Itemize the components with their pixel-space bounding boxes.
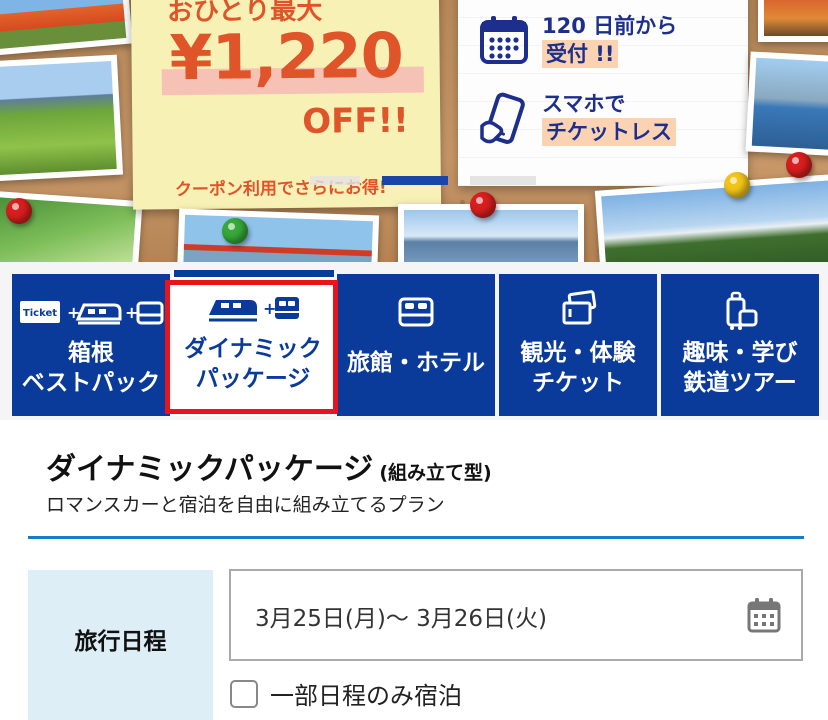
- carousel-indicator[interactable]: [470, 176, 536, 185]
- photo-rice-terrace: [0, 54, 124, 182]
- tab-label: 箱根 ベストパック: [21, 340, 161, 396]
- partial-stay-row[interactable]: 一部日程のみ宿泊: [230, 676, 462, 711]
- train-bed-icon: +: [203, 280, 303, 334]
- red-pushpin: [6, 198, 32, 224]
- panel-subtitle: ロマンスカーと宿泊を自由に組み立てるプラン: [46, 494, 445, 516]
- dynamic-package-panel: ダイナミックパッケージ (組み立て型) ロマンスカーと宿泊を自由に組み立てるプラン…: [0, 420, 828, 720]
- carousel-indicator[interactable]: [310, 176, 360, 185]
- calendar-icon: [480, 16, 528, 64]
- green-pushpin: [222, 218, 248, 244]
- smartphone-icon: [480, 92, 525, 144]
- luggage-icon: [718, 284, 762, 338]
- feature-ticketless-line1: スマホで: [542, 92, 626, 116]
- tab-label: 旅館・ホテル: [347, 350, 485, 376]
- tab-hobby-rail-tour[interactable]: 趣味・学び 鉄道ツアー: [661, 274, 819, 416]
- carousel-indicator-active[interactable]: [382, 176, 448, 185]
- photo-train-field: [0, 0, 133, 57]
- tab-hakone-best-pack[interactable]: Ticket + + 箱根 ベストパック: [12, 274, 170, 416]
- tab-label: ダイナミック パッケージ: [184, 336, 322, 392]
- tab-sightseeing-tickets[interactable]: 観光・体験 チケット: [499, 274, 657, 416]
- hero-banner[interactable]: おひとり最大 ¥1,220 OFF!! クーポン利用でさらにお得! 120 日前…: [0, 0, 828, 262]
- tab-dynamic-package[interactable]: + ダイナミック パッケージ: [172, 270, 334, 416]
- yellow-pushpin: [724, 172, 750, 198]
- photo-autumn-leaves: [758, 0, 828, 42]
- feature-advance-booking: 120 日前から 受付 !!: [478, 12, 677, 68]
- travel-dates-field[interactable]: 3月25日(月)〜 3月26日(火): [229, 569, 803, 661]
- package-tabs: Ticket + + 箱根 ベストパック + ダイナミック パッケージ 旅館・ホ…: [0, 262, 828, 420]
- ticket-train-bed-icon: Ticket + +: [16, 284, 166, 338]
- travel-dates-value: 3月25日(月)〜 3月26日(火): [255, 606, 548, 632]
- divider: [28, 536, 804, 539]
- bed-icon: [394, 284, 438, 338]
- tab-ryokan-hotel[interactable]: 旅館・ホテル: [337, 274, 495, 416]
- discount-price: ¥1,220: [169, 18, 404, 95]
- travel-dates-label: 旅行日程: [28, 570, 213, 720]
- svg-text:+: +: [125, 303, 138, 322]
- panel-title-suffix: (組み立て型): [379, 462, 492, 484]
- discount-off: OFF!!: [302, 100, 409, 142]
- tab-label: 趣味・学び 鉄道ツアー: [682, 340, 798, 396]
- partial-stay-checkbox[interactable]: [230, 679, 258, 708]
- feature-ticketless: スマホで チケットレス: [478, 90, 676, 146]
- feature-advance-line2: 受付 !!: [542, 40, 619, 68]
- feature-ticketless-line2: チケットレス: [542, 118, 676, 146]
- svg-text:+: +: [263, 299, 276, 318]
- red-pushpin: [470, 192, 496, 218]
- feature-advance-line1: 120 日前から: [542, 14, 678, 38]
- tickets-icon: [556, 284, 600, 338]
- photo-lake-mountain: [745, 51, 828, 157]
- partial-stay-label: 一部日程のみ宿泊: [270, 682, 462, 710]
- red-pushpin: [786, 152, 812, 178]
- active-tab-bar: [174, 270, 334, 277]
- photo-mt-fuji-forest: [594, 173, 828, 262]
- calendar-icon[interactable]: [747, 597, 781, 633]
- features-note: 120 日前から 受付 !! スマホで チケットレス: [458, 0, 748, 186]
- panel-title-text: ダイナミックパッケージ: [46, 452, 374, 487]
- tab-label: 観光・体験 チケット: [520, 340, 636, 396]
- photo-shrine-gate: [176, 208, 380, 262]
- ticket-text: Ticket: [23, 308, 57, 319]
- panel-title: ダイナミックパッケージ (組み立て型): [46, 444, 492, 488]
